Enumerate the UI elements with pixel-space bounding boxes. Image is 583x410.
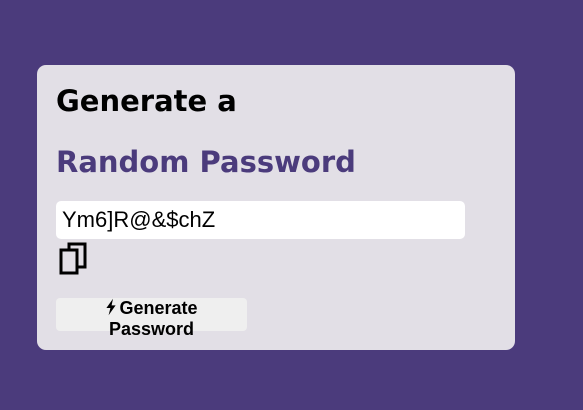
copy-button[interactable] (56, 239, 92, 277)
title-line-1: Generate a (56, 84, 237, 118)
bolt-icon (106, 298, 117, 316)
generate-button-content: Generate Password (56, 298, 247, 340)
generate-button-label-line-1: Generate (119, 298, 198, 318)
password-field[interactable] (56, 201, 465, 239)
title-line-2: Random Password (56, 145, 356, 179)
generate-button-label-line-2: Password (108, 319, 195, 339)
password-generator-card: Generate a Random Password GeneratePassw… (37, 65, 515, 350)
generate-password-button[interactable]: Generate Password (56, 298, 247, 339)
copy-icon (59, 242, 87, 275)
